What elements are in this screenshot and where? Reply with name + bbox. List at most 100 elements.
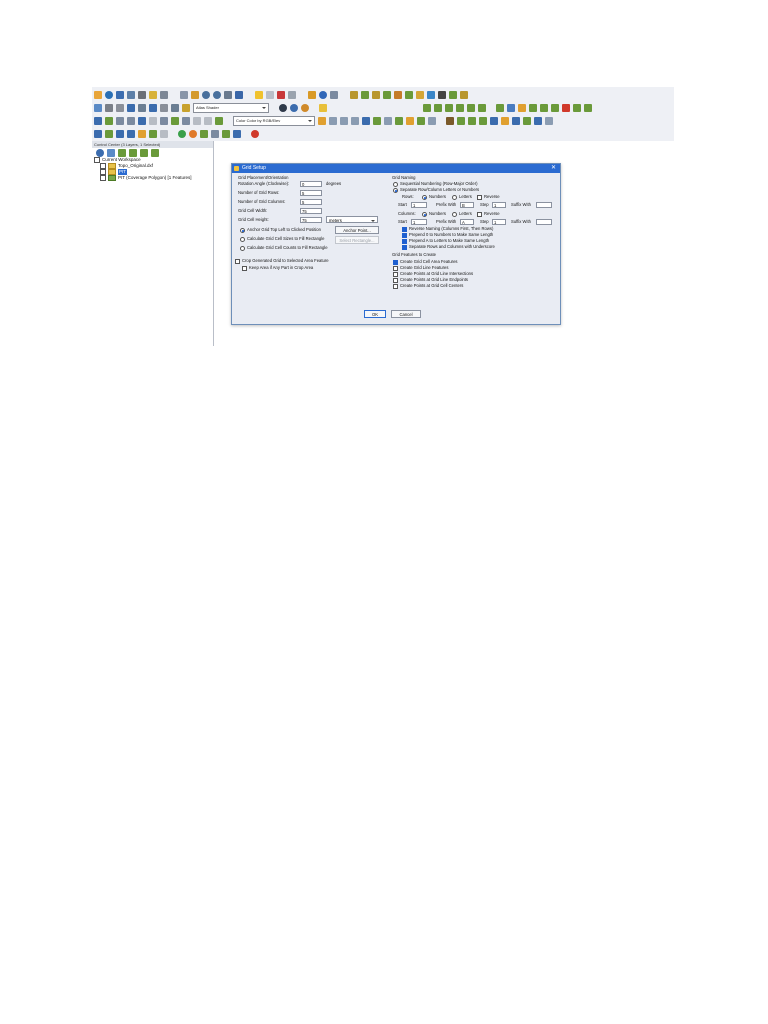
- analysis-tool-7[interactable]: [384, 116, 392, 125]
- analysis-tool-4[interactable]: [351, 116, 359, 125]
- calc-sizes-radio[interactable]: [240, 237, 245, 242]
- terrain-icon-3[interactable]: [372, 90, 380, 99]
- digitize-tool-2[interactable]: [105, 116, 113, 125]
- select-icon[interactable]: [180, 90, 188, 99]
- table-icon[interactable]: [127, 90, 135, 99]
- terrain-tool-14[interactable]: [573, 103, 581, 112]
- analysis-tool-10[interactable]: [417, 116, 425, 125]
- rows-input[interactable]: 5: [300, 190, 322, 196]
- terrain-icon-10[interactable]: [460, 90, 468, 99]
- analysis-tool-9[interactable]: [406, 116, 414, 125]
- cc-tool-icon-3[interactable]: [140, 148, 148, 157]
- analysis-tool-19[interactable]: [523, 116, 531, 125]
- cols-prefix-input[interactable]: A: [460, 219, 474, 225]
- terrain-tool-3[interactable]: [445, 103, 453, 112]
- search-icon[interactable]: [330, 90, 338, 99]
- globe-icon[interactable]: [105, 90, 113, 99]
- measure-icon[interactable]: [138, 103, 146, 112]
- analysis-tool-14[interactable]: [468, 116, 476, 125]
- tool-icon-4[interactable]: [171, 103, 179, 112]
- prepend-a-checkbox[interactable]: [402, 239, 407, 244]
- home-icon[interactable]: [235, 90, 243, 99]
- digitize-tool-6[interactable]: [149, 116, 157, 125]
- terrain-tool-1[interactable]: [423, 103, 431, 112]
- analysis-tool-2[interactable]: [329, 116, 337, 125]
- anchor-radio[interactable]: [240, 228, 245, 233]
- star-icon[interactable]: [319, 103, 327, 112]
- map-tool-9[interactable]: [211, 129, 219, 138]
- wrench-icon[interactable]: [138, 90, 146, 99]
- cc-tool-icon-4[interactable]: [151, 148, 159, 157]
- separate-radio[interactable]: [393, 188, 398, 193]
- terrain-tool-8[interactable]: [507, 103, 515, 112]
- terrain-icon-2[interactable]: [361, 90, 369, 99]
- rows-start-input[interactable]: 1: [411, 202, 427, 208]
- prepend-zero-checkbox[interactable]: [402, 233, 407, 238]
- digitize-tool-1[interactable]: [94, 116, 102, 125]
- terrain-tool-15[interactable]: [584, 103, 592, 112]
- crop-checkbox[interactable]: [235, 259, 240, 264]
- analysis-tool-11[interactable]: [428, 116, 436, 125]
- close-layer-icon[interactable]: [438, 90, 446, 99]
- layers-icon[interactable]: [149, 90, 157, 99]
- tree-layer-coverage[interactable]: PIT (Coverage Polygon) [1 Features]: [94, 175, 213, 181]
- width-input[interactable]: 75: [300, 208, 322, 214]
- terrain-tool-5[interactable]: [467, 103, 475, 112]
- cols-reverse-checkbox[interactable]: [477, 212, 482, 217]
- analysis-tool-12[interactable]: [446, 116, 454, 125]
- terrain-tool-12[interactable]: [551, 103, 559, 112]
- terrain-icon-9[interactable]: [449, 90, 457, 99]
- terrain-icon-7[interactable]: [416, 90, 424, 99]
- delete-icon[interactable]: [277, 90, 285, 99]
- feature-checkbox-3[interactable]: [393, 278, 398, 283]
- map-tool-6[interactable]: [149, 129, 157, 138]
- open-icon[interactable]: [94, 90, 102, 99]
- analysis-tool-16[interactable]: [490, 116, 498, 125]
- map-tool-12[interactable]: [251, 129, 259, 138]
- cols-start-input[interactable]: 1: [411, 219, 427, 225]
- back-icon[interactable]: [224, 90, 232, 99]
- keep-area-checkbox[interactable]: [242, 266, 247, 271]
- save-icon[interactable]: [116, 90, 124, 99]
- layer-icon[interactable]: [94, 103, 102, 112]
- ok-button[interactable]: OK: [364, 310, 386, 318]
- sequential-radio[interactable]: [393, 182, 398, 187]
- analysis-tool-15[interactable]: [479, 116, 487, 125]
- play-icon[interactable]: [178, 129, 186, 138]
- terrain-icon-5[interactable]: [394, 90, 402, 99]
- analysis-tool-8[interactable]: [395, 116, 403, 125]
- cc-globe-icon[interactable]: [96, 148, 104, 157]
- cols-letters-radio[interactable]: [452, 212, 457, 217]
- digitize-tool-7[interactable]: [160, 116, 168, 125]
- map-tool-7[interactable]: [160, 129, 168, 138]
- color-combo[interactable]: Color Color by RGB/Elev: [233, 115, 315, 126]
- analysis-tool-20[interactable]: [534, 116, 542, 125]
- feature-checkbox-1[interactable]: [393, 266, 398, 271]
- record-icon[interactable]: [189, 129, 197, 138]
- terrain-tool-2[interactable]: [434, 103, 442, 112]
- rows-reverse-checkbox[interactable]: [477, 195, 482, 200]
- map-tool-3[interactable]: [116, 129, 124, 138]
- 3d-icon[interactable]: [279, 103, 287, 112]
- grid-icon[interactable]: [127, 103, 135, 112]
- map-tool-5[interactable]: [138, 129, 146, 138]
- analysis-tool-21[interactable]: [545, 116, 553, 125]
- cc-tool-icon-2[interactable]: [129, 148, 137, 157]
- zoom-in-icon[interactable]: [202, 90, 210, 99]
- help-icon[interactable]: [105, 103, 113, 112]
- terrain-icon-4[interactable]: [383, 90, 391, 99]
- cols-step-input[interactable]: 1: [492, 219, 506, 225]
- analysis-tool-18[interactable]: [512, 116, 520, 125]
- analysis-tool-13[interactable]: [457, 116, 465, 125]
- tool-icon-2[interactable]: [116, 103, 124, 112]
- terrain-icon-8[interactable]: [427, 90, 435, 99]
- digitize-tool-11[interactable]: [204, 116, 212, 125]
- pan-icon[interactable]: [191, 90, 199, 99]
- feature-checkbox-0[interactable]: [393, 260, 398, 265]
- map-tool-11[interactable]: [233, 129, 241, 138]
- map-tool-8[interactable]: [200, 129, 208, 138]
- analysis-tool-5[interactable]: [362, 116, 370, 125]
- feature-checkbox-4[interactable]: [393, 284, 398, 289]
- rows-numbers-radio[interactable]: [422, 195, 427, 200]
- map-tool-1[interactable]: [94, 129, 102, 138]
